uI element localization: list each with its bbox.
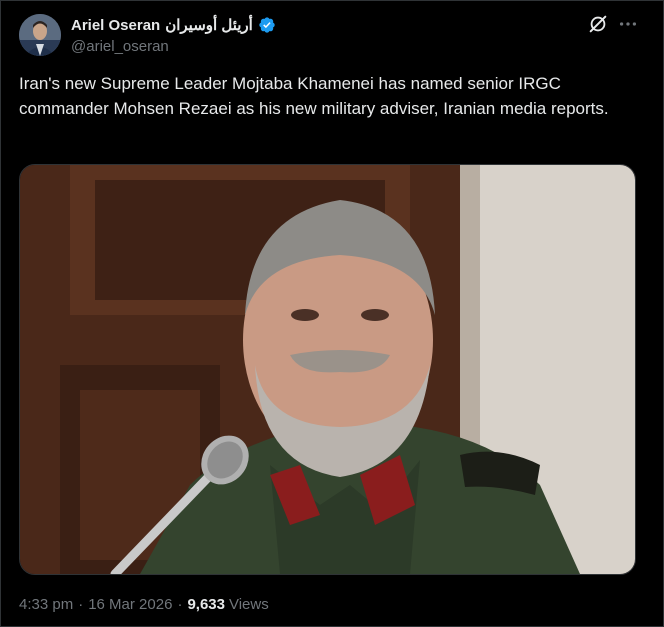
views-count[interactable]: 9,633 — [187, 596, 225, 613]
tweet-meta: 4:33 pm · 16 Mar 2026 · 9,633 Views — [19, 596, 269, 613]
avatar-image — [19, 14, 61, 56]
tweet-card: Ariel Oseran أريئل أوسيران @ariel_oseran… — [0, 0, 664, 627]
tweet-date[interactable]: 16 Mar 2026 — [88, 596, 172, 613]
author-handle[interactable]: @ariel_oseran — [71, 38, 169, 55]
avatar[interactable] — [19, 14, 61, 56]
photo-image — [20, 165, 635, 574]
views-label[interactable]: Views — [225, 596, 269, 613]
meta-separator: · — [177, 596, 183, 613]
author-name-row[interactable]: Ariel Oseran أريئل أوسيران — [71, 15, 276, 35]
tweet-time[interactable]: 4:33 pm — [19, 596, 73, 613]
tweet-text: Iran's new Supreme Leader Mojtaba Khamen… — [19, 74, 609, 118]
more-horizontal-icon[interactable] — [617, 13, 639, 35]
verified-badge-icon[interactable] — [258, 16, 276, 34]
author-name[interactable]: Ariel Oseran — [71, 17, 160, 34]
tweet-photo[interactable] — [19, 164, 636, 575]
author-name-arabic[interactable]: أريئل أوسيران — [165, 16, 253, 34]
grok-icon[interactable] — [587, 13, 609, 35]
meta-separator: · — [78, 596, 84, 613]
